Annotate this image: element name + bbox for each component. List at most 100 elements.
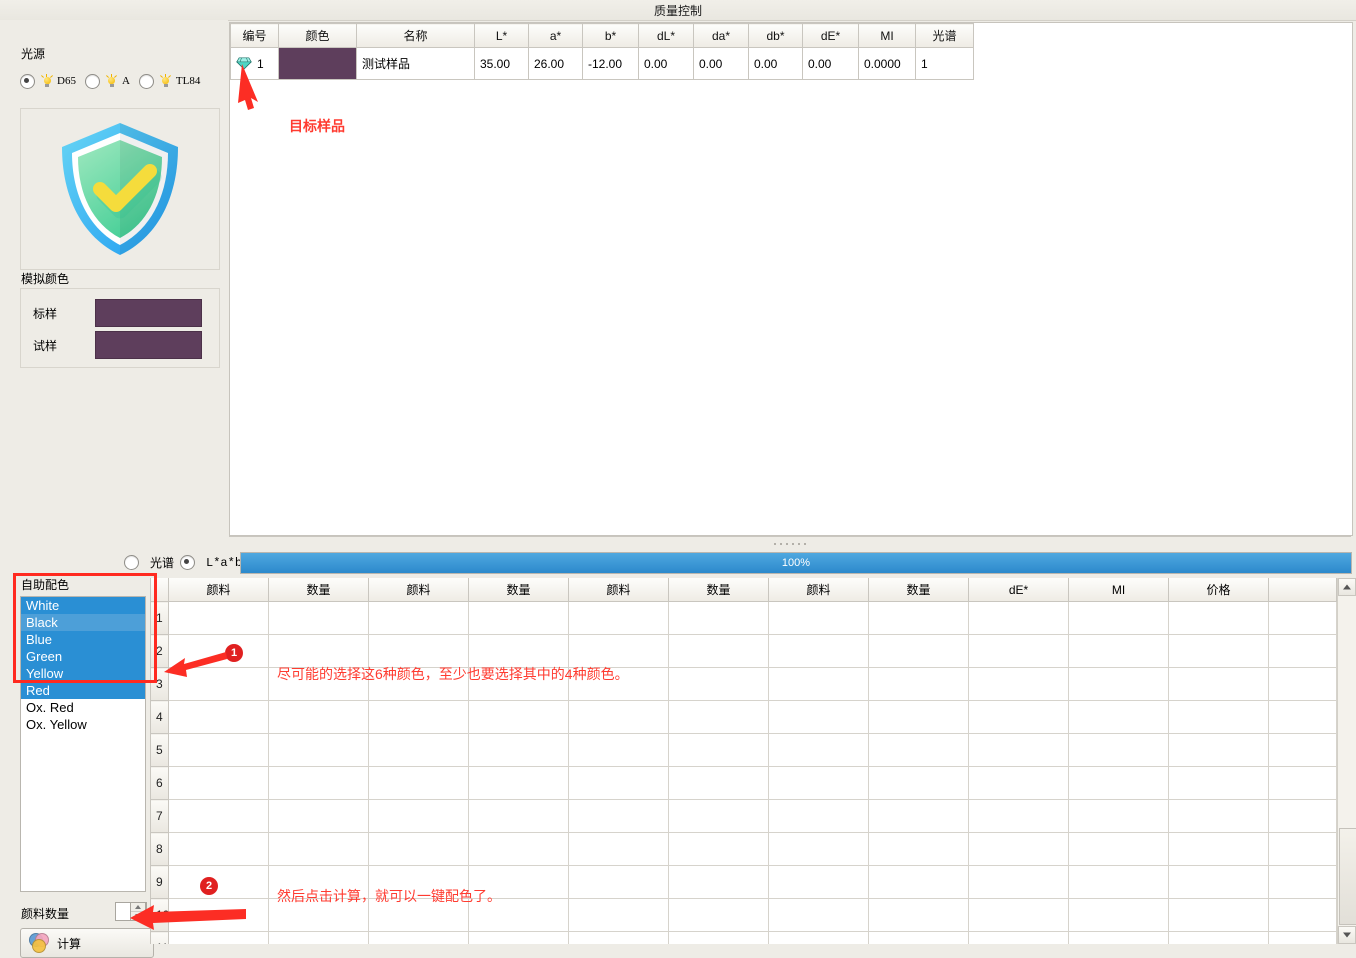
list-item[interactable]: Black [21, 614, 145, 631]
col-bstar[interactable]: b* [583, 24, 639, 48]
cell[interactable] [1069, 767, 1169, 800]
cell[interactable] [969, 602, 1069, 635]
cell[interactable] [769, 668, 869, 701]
cell[interactable] [169, 701, 269, 734]
table-row[interactable]: 2 [151, 635, 1337, 668]
cell[interactable] [269, 734, 369, 767]
cell[interactable] [569, 734, 669, 767]
cell[interactable] [369, 800, 469, 833]
cell[interactable] [569, 866, 669, 899]
cell[interactable] [669, 932, 769, 945]
cell[interactable] [1169, 833, 1269, 866]
col-color[interactable]: 颜色 [279, 24, 357, 48]
radio-light-source-d65[interactable]: D65 [20, 74, 76, 89]
cell[interactable] [1169, 932, 1269, 945]
table-row[interactable]: 1 测试样品 35.00 26.00 -12.00 0.00 0.00 0.00… [231, 48, 974, 80]
cell[interactable] [269, 635, 369, 668]
cell[interactable] [1069, 602, 1169, 635]
cell[interactable] [969, 932, 1069, 945]
cell[interactable] [569, 635, 669, 668]
cell[interactable] [969, 701, 1069, 734]
cell[interactable] [569, 602, 669, 635]
cell[interactable] [669, 635, 769, 668]
cell[interactable] [569, 833, 669, 866]
colorant-count-stepper[interactable] [130, 902, 146, 921]
cell[interactable] [769, 932, 869, 945]
cell[interactable] [1169, 866, 1269, 899]
cell[interactable] [669, 734, 769, 767]
cell[interactable] [769, 833, 869, 866]
cell[interactable] [969, 899, 1069, 932]
radio-light-source-a[interactable]: A [85, 74, 130, 89]
col-name[interactable]: 名称 [357, 24, 475, 48]
cell[interactable] [169, 866, 269, 899]
col-mi[interactable]: MI [859, 24, 916, 48]
stepper-down-button[interactable] [131, 912, 145, 920]
cell[interactable] [1069, 932, 1169, 945]
cell[interactable] [969, 734, 1069, 767]
cell[interactable] [769, 767, 869, 800]
cell[interactable] [769, 800, 869, 833]
cell[interactable] [1069, 635, 1169, 668]
cell[interactable] [1069, 734, 1169, 767]
radio-indicator[interactable] [20, 74, 35, 89]
cell[interactable] [1169, 899, 1269, 932]
cell[interactable] [1069, 668, 1169, 701]
cell[interactable] [869, 767, 969, 800]
cell[interactable] [369, 635, 469, 668]
radio-mode-lab[interactable] [180, 555, 195, 570]
col-astar[interactable]: a* [529, 24, 583, 48]
cell[interactable] [169, 932, 269, 945]
cell[interactable] [1169, 602, 1269, 635]
cell[interactable] [869, 899, 969, 932]
radio-mode-spectrum[interactable] [124, 555, 139, 570]
cell[interactable] [469, 701, 569, 734]
cell-spectrum[interactable]: 1 [916, 48, 974, 80]
col-destar[interactable]: dE* [969, 578, 1069, 602]
table-row[interactable]: 6 [151, 767, 1337, 800]
cell[interactable] [869, 701, 969, 734]
cell[interactable] [669, 701, 769, 734]
list-item[interactable]: Red [21, 682, 145, 699]
cell-color-swatch[interactable] [279, 48, 357, 80]
cell[interactable] [469, 932, 569, 945]
cell[interactable] [669, 833, 769, 866]
col-amount-2[interactable]: 数量 [469, 578, 569, 602]
cell[interactable] [669, 866, 769, 899]
table-row[interactable]: 11 [151, 932, 1337, 945]
cell[interactable] [569, 800, 669, 833]
cell[interactable] [569, 767, 669, 800]
col-dlstar[interactable]: dL* [639, 24, 694, 48]
cell[interactable] [969, 866, 1069, 899]
cell[interactable] [569, 899, 669, 932]
cell[interactable] [769, 734, 869, 767]
cell[interactable] [869, 668, 969, 701]
cell[interactable] [669, 767, 769, 800]
col-amount-1[interactable]: 数量 [269, 578, 369, 602]
cell[interactable] [369, 932, 469, 945]
stepper-up-button[interactable] [131, 903, 145, 912]
cell[interactable] [669, 668, 769, 701]
vertical-scrollbar[interactable] [1337, 578, 1356, 944]
radio-light-source-tl84[interactable]: TL84 [139, 74, 200, 89]
radio-indicator[interactable] [139, 74, 154, 89]
row-number[interactable]: 9 [151, 866, 169, 899]
cell[interactable] [869, 800, 969, 833]
row-number[interactable]: 8 [151, 833, 169, 866]
cell[interactable] [769, 635, 869, 668]
cell-bstar[interactable]: -12.00 [583, 48, 639, 80]
cell-name[interactable]: 测试样品 [357, 48, 475, 80]
cell[interactable] [469, 833, 569, 866]
cell[interactable] [269, 800, 369, 833]
cell[interactable] [1069, 701, 1169, 734]
col-colorant-3[interactable]: 颜料 [569, 578, 669, 602]
scrollbar-thumb[interactable] [1339, 828, 1356, 925]
cell[interactable] [169, 800, 269, 833]
cell[interactable] [269, 833, 369, 866]
row-number[interactable]: 10 [151, 899, 169, 932]
list-item[interactable]: Yellow [21, 665, 145, 682]
row-number[interactable]: 4 [151, 701, 169, 734]
cell[interactable] [1069, 866, 1169, 899]
cell[interactable] [1169, 767, 1269, 800]
scroll-down-button[interactable] [1338, 926, 1356, 944]
